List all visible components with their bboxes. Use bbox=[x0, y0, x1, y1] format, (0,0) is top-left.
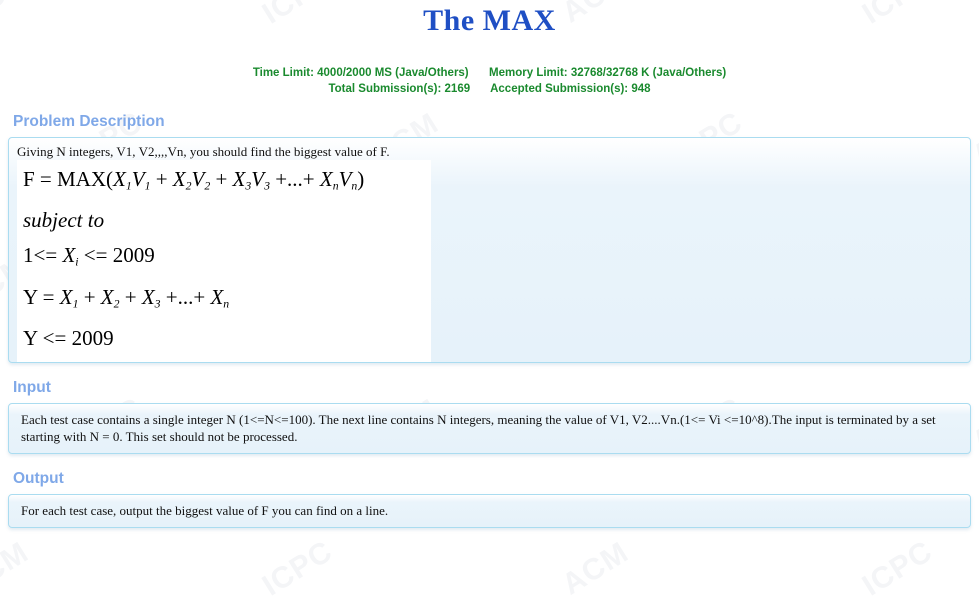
memory-limit: Memory Limit: 32768/32768 K (Java/Others… bbox=[489, 67, 727, 79]
page-title: The MAX bbox=[423, 4, 556, 37]
problem-stats: Time Limit: 4000/2000 MS (Java/Others) M… bbox=[0, 65, 979, 97]
formula-image: F = MAX(X1V1 + X2V2 + X3V3 +...+ XnVn) s… bbox=[17, 160, 431, 362]
y-term-3: X3 bbox=[141, 284, 161, 310]
total-submissions: Total Submission(s): 2169 bbox=[328, 83, 471, 95]
plus-sign: + bbox=[275, 167, 288, 191]
y-term-2: X2 bbox=[100, 284, 120, 310]
constraint-prefix: 1<= bbox=[23, 243, 63, 268]
heading-output: Output bbox=[13, 469, 64, 487]
constraint-var: X bbox=[62, 243, 76, 268]
formula-line-y-sum: Y = X1 + X2 + X3 +...+ Xn bbox=[23, 280, 431, 321]
panel-problem-description: Giving N integers, V1, V2,,,,Vn, you sho… bbox=[8, 137, 971, 363]
y-term-n: Xn bbox=[210, 284, 230, 310]
term-1: X1V1 bbox=[113, 167, 151, 193]
description-intro: Giving N integers, V1, V2,,,,Vn, you sho… bbox=[17, 144, 390, 159]
term-2: X2V2 bbox=[172, 167, 211, 193]
input-text: Each test case contains a single integer… bbox=[21, 411, 936, 444]
plus-sign: + bbox=[193, 284, 206, 309]
y-lhs: Y = bbox=[23, 284, 60, 309]
formula-line-constraint-x: 1<= Xi <= 2009 bbox=[23, 238, 431, 279]
accepted-submissions: Accepted Submission(s): 948 bbox=[490, 83, 651, 95]
formula-line-subject-to: subject to bbox=[23, 208, 105, 233]
problem-page: The MAX Time Limit: 4000/2000 MS (Java/O… bbox=[0, 0, 979, 573]
term-3: X3V3 bbox=[232, 167, 270, 193]
section-output: Output For each test case, output the bi… bbox=[0, 470, 979, 528]
plus-sign: + bbox=[155, 167, 168, 191]
y-term-1: X1 bbox=[59, 284, 79, 310]
plus-sign: + bbox=[302, 167, 315, 191]
ellipsis: ... bbox=[177, 284, 194, 309]
formula-line-1: F = MAX(X1V1 + X2V2 + X3V3 +...+ XnVn) bbox=[23, 162, 431, 203]
plus-sign: + bbox=[215, 167, 228, 191]
stats-row-limits: Time Limit: 4000/2000 MS (Java/Others) M… bbox=[0, 65, 979, 81]
formula-line-constraint-y: Y <= 2009 bbox=[23, 325, 114, 350]
output-text: For each test case, output the biggest v… bbox=[21, 502, 389, 518]
heading-input: Input bbox=[13, 378, 51, 396]
plus-sign: + bbox=[165, 284, 178, 309]
time-limit: Time Limit: 4000/2000 MS (Java/Others) bbox=[252, 67, 469, 79]
section-description: Problem Description Giving N integers, V… bbox=[0, 113, 979, 363]
panel-input: Each test case contains a single integer… bbox=[8, 402, 971, 454]
stats-row-submissions: Total Submission(s): 2169 Accepted Submi… bbox=[0, 81, 979, 97]
heading-problem-description: Problem Description bbox=[13, 113, 165, 130]
plus-sign: + bbox=[83, 284, 96, 309]
constraint-suffix: <= 2009 bbox=[78, 243, 155, 268]
section-input: Input Each test case contains a single i… bbox=[0, 379, 979, 454]
plus-sign: + bbox=[124, 284, 137, 309]
close-paren: ) bbox=[357, 167, 365, 191]
panel-output: For each test case, output the biggest v… bbox=[8, 493, 971, 528]
term-n: XnVn bbox=[319, 167, 358, 193]
ellipsis: ... bbox=[287, 167, 303, 191]
formula-line1-lhs: F = MAX( bbox=[23, 167, 114, 191]
